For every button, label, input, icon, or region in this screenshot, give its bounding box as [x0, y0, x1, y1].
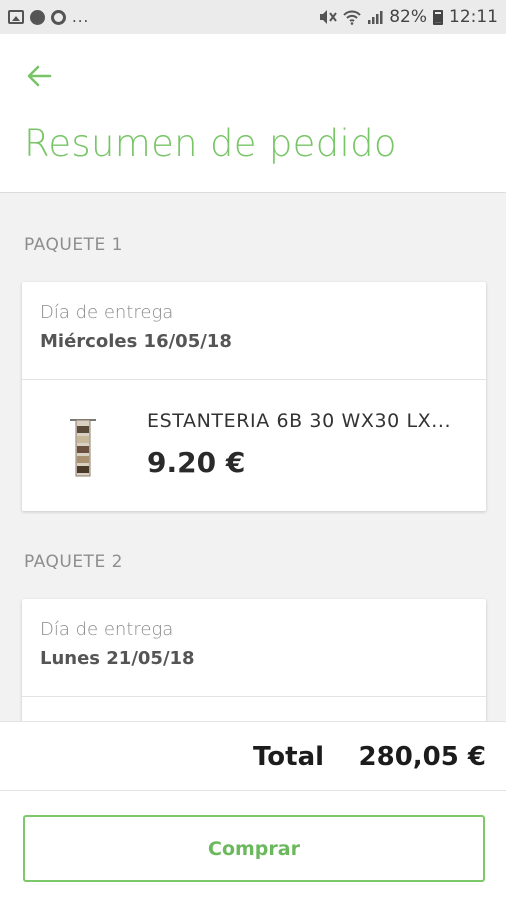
clock: 12:11: [449, 7, 498, 27]
wifi-icon: [343, 10, 361, 25]
mute-icon: [320, 10, 338, 24]
package-2-card: Día de entrega Lunes 21/05/18: [22, 599, 486, 739]
page-title: Resumen de pedido: [24, 122, 397, 165]
delivery-info: Día de entrega Lunes 21/05/18: [22, 599, 486, 697]
status-bar-left: ...: [8, 8, 89, 26]
battery-icon: [433, 9, 443, 25]
package-1-label: PAQUETE 1: [24, 235, 123, 255]
chat-icon: [30, 9, 45, 25]
notification-ellipsis: ...: [72, 8, 90, 26]
status-bar-right: 82% 12:11: [319, 7, 498, 27]
delivery-label: Día de entrega: [40, 619, 174, 640]
delivery-date: Lunes 21/05/18: [40, 648, 195, 669]
total-value: 280,05 €: [358, 742, 486, 772]
delivery-label: Día de entrega: [40, 302, 174, 323]
package-1-card: Día de entrega Miércoles 16/05/18 ESTANT…: [22, 282, 486, 511]
checkout-footer: Total 280,05 € Comprar: [0, 721, 506, 900]
order-item[interactable]: ESTANTERIA 6B 30 WX30 LX... 9.20 €: [22, 380, 486, 511]
shelf-product-image: [70, 419, 96, 477]
buy-button[interactable]: Comprar: [23, 815, 485, 882]
delivery-date: Miércoles 16/05/18: [40, 331, 232, 352]
sync-icon: [51, 9, 66, 25]
item-name: ESTANTERIA 6B 30 WX30 LX...: [147, 410, 452, 432]
item-price: 9.20 €: [147, 446, 246, 479]
arrow-left-icon[interactable]: [24, 61, 54, 91]
total-label: Total: [253, 742, 325, 772]
package-2-label: PAQUETE 2: [24, 552, 123, 572]
status-bar: ... 82% 12:11: [0, 0, 506, 34]
signal-icon: [368, 11, 383, 24]
delivery-info: Día de entrega Miércoles 16/05/18: [22, 282, 486, 380]
battery-percent: 82%: [389, 7, 427, 27]
gallery-icon: [8, 10, 24, 24]
total-row: Total 280,05 €: [0, 722, 506, 791]
app-header: Resumen de pedido: [0, 34, 506, 193]
